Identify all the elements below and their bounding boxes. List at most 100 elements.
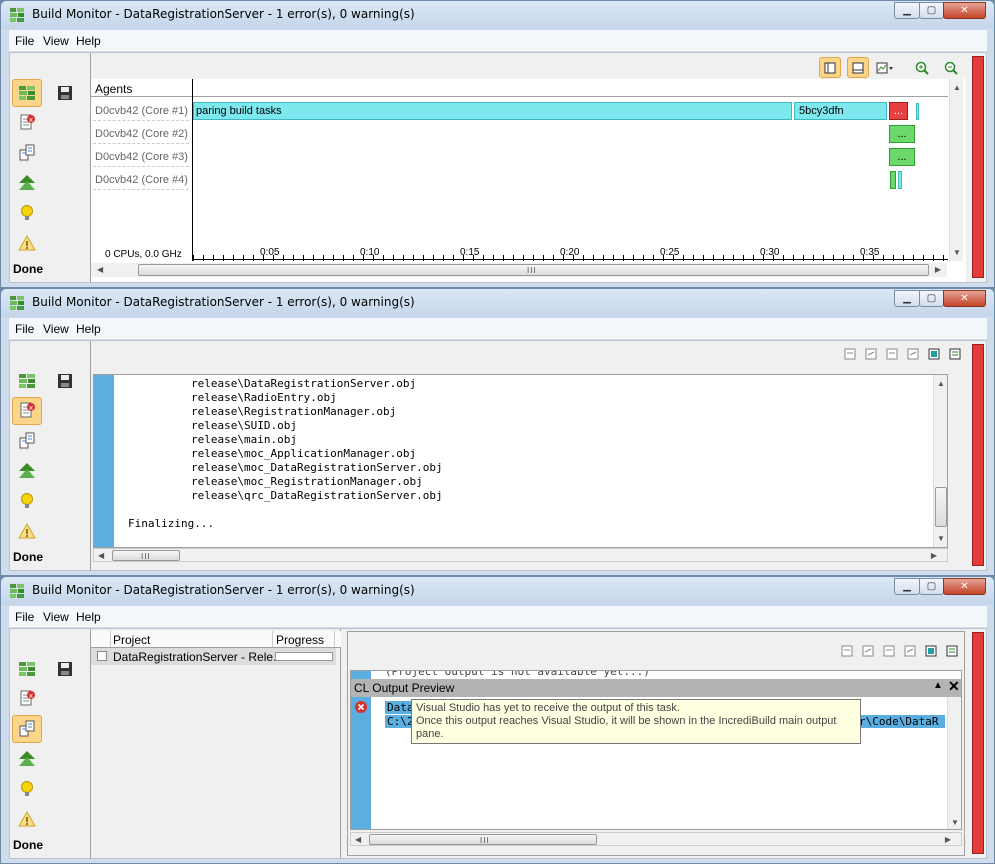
close-button[interactable]: ✕: [943, 290, 986, 307]
output-view-button[interactable]: x: [12, 397, 42, 425]
graph-options-button[interactable]: [874, 57, 896, 78]
task-bar-small[interactable]: [898, 171, 902, 189]
task-bar-success[interactable]: ...: [889, 125, 915, 143]
warnings-button[interactable]: [12, 805, 42, 833]
close-icon[interactable]: ✕: [948, 678, 960, 695]
menu-help[interactable]: Help: [76, 610, 101, 624]
minimize-button[interactable]: ▁: [894, 290, 920, 307]
tips-button[interactable]: [12, 199, 42, 227]
summary-view-button[interactable]: [12, 457, 42, 485]
minimize-button[interactable]: ▁: [894, 578, 920, 595]
cl-output-preview: CL Output Preview ▲ ✕ DataR C:\2 r\Code\…: [351, 678, 961, 829]
menu-file[interactable]: File: [15, 610, 34, 624]
timeline-view-button[interactable]: [12, 655, 42, 683]
menu-view[interactable]: View: [43, 322, 69, 336]
projects-view-button[interactable]: [12, 715, 42, 743]
output-tool-button[interactable]: [881, 343, 903, 364]
task-bar-error[interactable]: ...: [889, 102, 908, 120]
document-icon: [865, 348, 877, 359]
timeline-view-button[interactable]: [12, 79, 42, 107]
output-tool-button[interactable]: [860, 343, 882, 364]
summary-view-button[interactable]: [12, 745, 42, 773]
output-tool-button[interactable]: [878, 640, 900, 661]
menu-file[interactable]: File: [15, 322, 34, 336]
menu-view[interactable]: View: [43, 34, 69, 48]
output-tool-button[interactable]: [899, 640, 921, 661]
output-pane: release\DataRegistrationServer.obj relea…: [90, 341, 966, 570]
project-output-text[interactable]: (Project output is not available yet...)…: [350, 670, 962, 830]
output-tool-button[interactable]: [923, 343, 945, 364]
task-bar-success[interactable]: ...: [889, 148, 915, 166]
menu-file[interactable]: File: [15, 34, 34, 48]
expand-checkbox[interactable]: [97, 651, 107, 661]
warnings-button[interactable]: [12, 517, 42, 545]
zoom-in-button[interactable]: [911, 57, 933, 78]
window-title: Build Monitor - DataRegistrationServer -…: [32, 295, 415, 309]
scroll-thumb[interactable]: III: [138, 264, 929, 276]
menu-help[interactable]: Help: [76, 322, 101, 336]
save-button[interactable]: [50, 655, 80, 683]
maximize-button[interactable]: ▢: [919, 290, 944, 307]
title-bar[interactable]: Build Monitor - DataRegistrationServer -…: [1, 289, 994, 317]
vertical-scrollbar[interactable]: ▼: [947, 697, 961, 829]
project-row[interactable]: DataRegistrationServer - Rele...: [91, 648, 336, 665]
status-label: Done: [13, 262, 43, 276]
projects-pane: Project Progress DataRegistrationServer …: [90, 629, 966, 858]
output-tool-button[interactable]: [902, 343, 924, 364]
horizontal-scrollbar[interactable]: ◀ III ▶: [350, 832, 962, 846]
scroll-thumb[interactable]: [935, 487, 947, 527]
save-button[interactable]: [50, 79, 80, 107]
projects-view-button[interactable]: [12, 427, 42, 455]
menu-help[interactable]: Help: [76, 34, 101, 48]
save-button[interactable]: [50, 367, 80, 395]
error-filter-icon: [925, 645, 937, 656]
up-arrows-icon: [19, 751, 35, 766]
summary-view-button[interactable]: [12, 169, 42, 197]
collapse-icon[interactable]: ▲: [933, 680, 943, 691]
column-progress[interactable]: Progress: [276, 633, 324, 647]
task-bar-preparing[interactable]: paring build tasks: [193, 102, 792, 120]
tips-button[interactable]: [12, 487, 42, 515]
warnings-button[interactable]: [12, 229, 42, 257]
output-line: release\moc_ApplicationManager.obj: [191, 447, 417, 460]
output-line: release\DataRegistrationServer.obj: [191, 377, 417, 390]
output-tool-button[interactable]: [836, 640, 858, 661]
scroll-thumb[interactable]: III: [112, 550, 180, 561]
horizontal-scrollbar[interactable]: ◀ III ▶: [93, 548, 948, 562]
task-bar-small[interactable]: [916, 103, 919, 120]
output-tool-button[interactable]: [941, 640, 963, 661]
error-filter-icon: [928, 348, 940, 359]
title-bar[interactable]: Build Monitor - DataRegistrationServer -…: [1, 577, 994, 605]
output-text-area[interactable]: release\DataRegistrationServer.obj relea…: [93, 374, 948, 548]
maximize-button[interactable]: ▢: [919, 2, 944, 19]
layout-bottom-button[interactable]: [847, 57, 869, 78]
menu-view[interactable]: View: [43, 610, 69, 624]
task-bar-compile[interactable]: 5bcy3dfn: [794, 102, 887, 120]
vertical-scrollbar[interactable]: ▲ ▼: [949, 79, 963, 261]
output-tool-button[interactable]: [839, 343, 861, 364]
maximize-button[interactable]: ▢: [919, 578, 944, 595]
document-icon: [886, 348, 898, 359]
column-project[interactable]: Project: [113, 633, 150, 647]
title-bar[interactable]: Build Monitor - DataRegistrationServer -…: [1, 1, 994, 29]
close-button[interactable]: ✕: [943, 578, 986, 595]
tips-button[interactable]: [12, 775, 42, 803]
vertical-scrollbar[interactable]: ▲ ▼: [933, 375, 947, 547]
projects-list: Project Progress DataRegistrationServer …: [91, 629, 341, 858]
output-tool-button[interactable]: [944, 343, 966, 364]
zoom-out-button[interactable]: [940, 57, 962, 78]
layout-left-button[interactable]: [819, 57, 841, 78]
output-tool-button[interactable]: [857, 640, 879, 661]
output-view-button[interactable]: x: [12, 685, 42, 713]
scroll-thumb[interactable]: III: [369, 834, 597, 845]
output-tool-button[interactable]: [920, 640, 942, 661]
svg-text:x: x: [29, 116, 33, 124]
minimize-button[interactable]: ▁: [894, 2, 920, 19]
horizontal-scrollbar[interactable]: ◀ III ▶: [91, 263, 947, 277]
close-button[interactable]: ✕: [943, 2, 986, 19]
output-view-button[interactable]: x: [12, 109, 42, 137]
timeline-view-button[interactable]: [12, 367, 42, 395]
projects-view-button[interactable]: [12, 139, 42, 167]
build-monitor-window-timeline: Build Monitor - DataRegistrationServer -…: [0, 0, 995, 288]
task-bar-small[interactable]: [890, 171, 896, 189]
